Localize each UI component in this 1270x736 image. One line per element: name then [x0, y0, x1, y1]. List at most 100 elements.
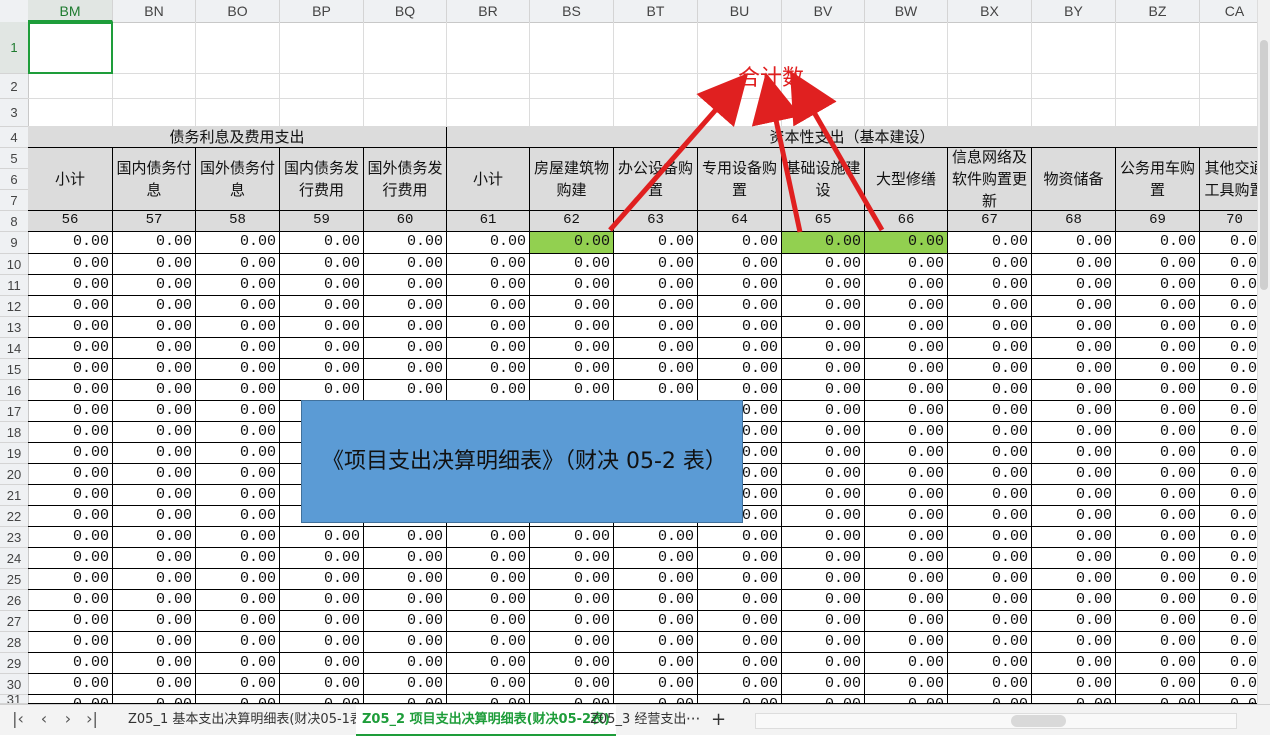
data-cell[interactable]: 0.00: [782, 275, 865, 296]
data-cell[interactable]: 0.00: [280, 296, 364, 317]
row-header-18[interactable]: 18: [0, 422, 28, 443]
empty-cell[interactable]: [113, 99, 196, 127]
data-cell[interactable]: 0.00: [698, 674, 782, 695]
data-cell[interactable]: 0.00: [782, 380, 865, 401]
data-cell[interactable]: 0.00: [113, 401, 196, 422]
data-cell[interactable]: 0.00: [1200, 464, 1258, 485]
data-cell[interactable]: 0.00: [865, 632, 948, 653]
row-header-3[interactable]: 3: [0, 99, 28, 127]
data-cell[interactable]: 0.00: [447, 695, 530, 704]
next-sheet-icon[interactable]: ›: [58, 709, 78, 728]
data-cell[interactable]: 0.00: [865, 422, 948, 443]
data-cell[interactable]: 0.00: [364, 275, 447, 296]
data-cell[interactable]: 0.00: [1116, 401, 1200, 422]
data-cell[interactable]: 0.00: [280, 232, 364, 254]
data-cell[interactable]: 0.00: [782, 611, 865, 632]
data-cell[interactable]: 0.00: [865, 443, 948, 464]
row-header-13[interactable]: 13: [0, 317, 28, 338]
more-tabs-button[interactable]: ···: [680, 705, 706, 734]
last-sheet-icon[interactable]: ›|: [82, 709, 102, 728]
data-cell[interactable]: 0.00: [1032, 590, 1116, 611]
data-cell[interactable]: 0.00: [364, 254, 447, 275]
data-cell[interactable]: 0.00: [1032, 464, 1116, 485]
empty-cell[interactable]: [614, 22, 698, 74]
row-header-26[interactable]: 26: [0, 590, 28, 611]
data-cell[interactable]: 0.00: [113, 611, 196, 632]
data-cell[interactable]: 0.00: [698, 380, 782, 401]
data-cell[interactable]: 0.00: [28, 443, 113, 464]
data-cell[interactable]: 0.00: [1032, 548, 1116, 569]
data-cell[interactable]: 0.00: [1116, 611, 1200, 632]
data-cell[interactable]: 0.00: [614, 632, 698, 653]
data-cell[interactable]: 0.00: [614, 653, 698, 674]
data-cell[interactable]: 0.00: [196, 401, 280, 422]
data-cell[interactable]: 0.00: [865, 674, 948, 695]
data-cell[interactable]: 0.00: [1032, 317, 1116, 338]
data-cell[interactable]: 0.00: [113, 317, 196, 338]
empty-cell[interactable]: [113, 74, 196, 99]
data-cell[interactable]: 0.00: [698, 611, 782, 632]
empty-cell[interactable]: [614, 99, 698, 127]
column-header-bt[interactable]: BT: [614, 0, 698, 22]
empty-cell[interactable]: [948, 99, 1032, 127]
data-cell[interactable]: 0.00: [865, 695, 948, 704]
row-header-25[interactable]: 25: [0, 569, 28, 590]
data-cell[interactable]: 0.00: [113, 674, 196, 695]
data-cell[interactable]: 0.00: [614, 317, 698, 338]
data-cell[interactable]: 0.00: [280, 548, 364, 569]
data-cell[interactable]: 0.00: [28, 338, 113, 359]
data-cell[interactable]: 0.00: [1032, 359, 1116, 380]
data-cell[interactable]: 0.00: [280, 653, 364, 674]
data-cell[interactable]: 0.00: [447, 296, 530, 317]
data-cell[interactable]: 0.00: [614, 380, 698, 401]
data-cell[interactable]: 0.00: [1200, 275, 1258, 296]
data-cell[interactable]: 0.00: [865, 485, 948, 506]
horizontal-scrollbar[interactable]: [755, 713, 1237, 729]
data-cell[interactable]: 0.00: [280, 695, 364, 704]
column-header-by[interactable]: BY: [1032, 0, 1116, 22]
data-cell[interactable]: 0.00: [1032, 674, 1116, 695]
data-cell[interactable]: 0.00: [948, 359, 1032, 380]
data-cell[interactable]: 0.00: [28, 464, 113, 485]
row-header-19[interactable]: 19: [0, 443, 28, 464]
data-cell[interactable]: 0.00: [364, 632, 447, 653]
data-cell[interactable]: 0.00: [28, 380, 113, 401]
data-cell[interactable]: 0.00: [113, 485, 196, 506]
data-cell[interactable]: 0.00: [782, 632, 865, 653]
data-cell[interactable]: 0.00: [782, 317, 865, 338]
data-cell[interactable]: 0.00: [948, 485, 1032, 506]
data-cell[interactable]: 0.00: [1200, 527, 1258, 548]
data-cell[interactable]: 0.00: [196, 527, 280, 548]
data-cell[interactable]: 0.00: [280, 632, 364, 653]
data-cell[interactable]: 0.00: [698, 338, 782, 359]
data-cell[interactable]: 0.00: [1200, 443, 1258, 464]
data-cell[interactable]: 0.00: [948, 380, 1032, 401]
data-cell[interactable]: 0.00: [1116, 232, 1200, 254]
row-header-2[interactable]: 2: [0, 74, 28, 99]
data-cell[interactable]: 0.00: [447, 674, 530, 695]
row-header-8[interactable]: 8: [0, 211, 28, 232]
data-cell[interactable]: 0.00: [698, 232, 782, 254]
column-header-bs[interactable]: BS: [530, 0, 614, 22]
data-cell[interactable]: 0.00: [447, 275, 530, 296]
data-cell[interactable]: 0.00: [28, 695, 113, 704]
active-cell-cursor[interactable]: [28, 22, 113, 74]
data-cell[interactable]: 0.00: [196, 506, 280, 527]
data-cell[interactable]: 0.00: [447, 232, 530, 254]
data-cell[interactable]: 0.00: [1200, 569, 1258, 590]
data-cell[interactable]: 0.00: [28, 254, 113, 275]
data-cell[interactable]: 0.00: [447, 254, 530, 275]
data-cell[interactable]: 0.00: [782, 485, 865, 506]
data-cell[interactable]: 0.00: [782, 422, 865, 443]
row-header-22[interactable]: 22: [0, 506, 28, 527]
data-cell[interactable]: 0.00: [1116, 275, 1200, 296]
data-cell[interactable]: 0.00: [364, 359, 447, 380]
row-header-17[interactable]: 17: [0, 401, 28, 422]
data-cell[interactable]: 0.00: [280, 359, 364, 380]
data-cell[interactable]: 0.00: [1032, 527, 1116, 548]
data-cell[interactable]: 0.00: [1116, 443, 1200, 464]
data-cell[interactable]: 0.00: [28, 632, 113, 653]
empty-cell[interactable]: [280, 74, 364, 99]
data-cell[interactable]: 0.00: [530, 548, 614, 569]
data-cell[interactable]: 0.00: [196, 359, 280, 380]
